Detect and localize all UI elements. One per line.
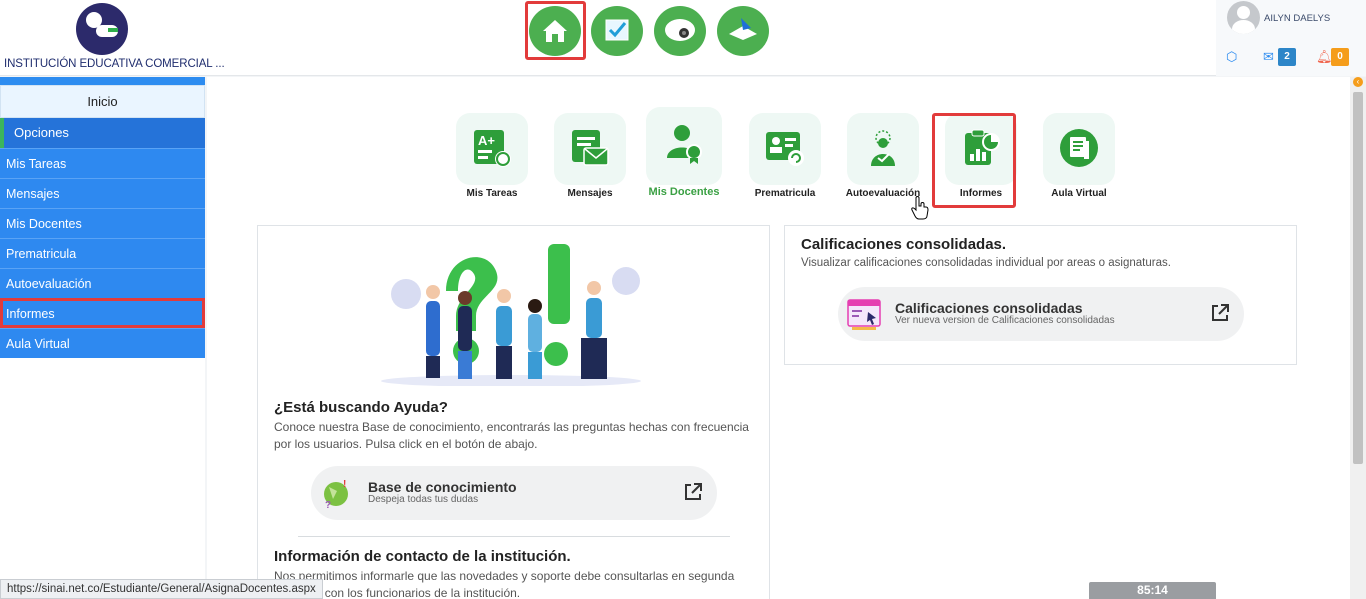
contact-title: Información de contacto de la institució… — [274, 548, 571, 565]
informes-highlight — [932, 113, 1016, 208]
tile-icon-box: A+ — [456, 113, 528, 185]
tile-icon-box — [749, 113, 821, 185]
consolidated-grades-title: Calificaciones consolidadas — [895, 300, 1083, 316]
grades-icon: A+ — [474, 130, 511, 167]
sidebar-item-informes[interactable]: Informes — [0, 298, 205, 328]
mail-icon[interactable]: ✉ — [1263, 49, 1274, 65]
teacher-icon — [667, 125, 702, 164]
tile-mis-docentes[interactable]: Mis Docentes — [639, 107, 729, 202]
tile-aula-virtual[interactable]: Aula Virtual — [1034, 111, 1124, 206]
grades-title: Calificaciones consolidadas. — [801, 236, 1007, 253]
sidebar-top-bar — [0, 77, 205, 85]
svg-text:A+: A+ — [478, 133, 495, 148]
help-illustration — [381, 244, 641, 386]
svg-text:!: ! — [343, 479, 346, 490]
knowledge-base-icon: ! ? — [324, 479, 348, 509]
knowledge-base-subtitle: Despeja todas tus dudas — [368, 494, 479, 505]
user-area: AILYN DAELYS ⬡ ✉ 2 🔔︎ 0 — [1216, 0, 1366, 76]
tile-mis-tareas[interactable]: A+ Mis Tareas — [447, 111, 537, 206]
webcam-icon[interactable] — [650, 6, 710, 56]
contact-description: Nos permitimos informarle que las noveda… — [274, 569, 735, 599]
home-highlight — [525, 1, 586, 60]
session-timer: 85:14 — [1089, 582, 1216, 599]
sidebar-item-autoevaluacion[interactable]: Autoevaluación — [0, 268, 205, 298]
external-link-icon — [1212, 304, 1229, 321]
sidebar-item-prematricula[interactable]: Prematricula — [0, 238, 205, 268]
help-card: ¿Está buscando Ayuda? Conoce nuestra Bas… — [257, 225, 770, 599]
tile-prematricula[interactable]: Prematricula — [740, 111, 830, 206]
consolidated-grades-subtitle: Ver nueva version de Calificaciones cons… — [895, 315, 1115, 326]
self-evaluation-icon — [871, 130, 895, 166]
divider — [298, 536, 730, 537]
institution-logo — [76, 3, 128, 55]
scroll-up-arrow-icon[interactable]: ‹ — [1353, 77, 1363, 87]
avatar[interactable] — [1227, 1, 1260, 34]
tile-label: Prematricula — [754, 188, 816, 199]
sidebar-menu: Mis Tareas Mensajes Mis Docentes Prematr… — [0, 148, 205, 358]
sidebar-item-mis-docentes[interactable]: Mis Docentes — [0, 208, 205, 238]
institution-logo-area[interactable]: INSTITUCIÓN EDUCATIVA COMERCIAL ... — [0, 0, 225, 76]
tile-label: Mis Docentes — [648, 186, 720, 198]
cube-icon[interactable]: ⬡ — [1226, 49, 1237, 65]
user-name[interactable]: AILYN DAELYS — [1264, 13, 1330, 24]
main-content: A+ Mis Tareas Mensajes Mis Docentes Prem… — [207, 77, 1350, 599]
tile-icon-box — [847, 113, 919, 185]
tile-mensajes[interactable]: Mensajes — [545, 111, 635, 206]
tile-label: Mis Tareas — [466, 188, 518, 199]
notifications-badge: 0 — [1331, 48, 1349, 66]
tile-autoevaluacion[interactable]: Autoevaluación — [838, 111, 928, 206]
messages-badge: 2 — [1278, 48, 1296, 66]
sidebar: Inicio Opciones Mis Tareas Mensajes Mis … — [0, 77, 205, 599]
sidebar-item-aula-virtual[interactable]: Aula Virtual — [0, 328, 205, 358]
status-bar-url: https://sinai.net.co/Estudiante/General/… — [0, 579, 323, 599]
virtual-classroom-icon[interactable] — [713, 6, 773, 56]
messages-icon — [572, 130, 609, 166]
tile-label: Aula Virtual — [1051, 188, 1107, 199]
grades-window-icon — [847, 299, 881, 330]
grades-card: Calificaciones consolidadas. Visualizar … — [784, 225, 1297, 365]
knowledge-base-button[interactable]: ! ? Base de conocimiento Despeja todas t… — [311, 466, 717, 520]
help-title: ¿Está buscando Ayuda? — [274, 399, 448, 416]
institution-name: INSTITUCIÓN EDUCATIVA COMERCIAL ... — [4, 58, 225, 70]
hand-cursor-icon — [911, 196, 929, 225]
sidebar-item-mis-tareas[interactable]: Mis Tareas — [0, 148, 205, 178]
consolidated-grades-button[interactable]: Calificaciones consolidadas Ver nueva ve… — [838, 287, 1244, 341]
knowledge-base-title: Base de conocimiento — [368, 479, 517, 495]
virtual-classroom-icon — [1060, 129, 1098, 167]
scrollbar-thumb[interactable] — [1353, 92, 1363, 464]
tile-icon-box — [554, 113, 626, 185]
sidebar-item-mensajes[interactable]: Mensajes — [0, 178, 205, 208]
sidebar-inicio[interactable]: Inicio — [0, 85, 205, 118]
svg-text:?: ? — [325, 500, 331, 509]
top-header: INSTITUCIÓN EDUCATIVA COMERCIAL ... AILY… — [0, 0, 1366, 76]
tile-icon-box — [1043, 113, 1115, 185]
tasks-check-icon[interactable] — [587, 6, 647, 56]
vertical-scrollbar[interactable]: ‹ — [1350, 77, 1366, 599]
external-link-icon — [685, 483, 702, 500]
tile-icon-box — [646, 107, 722, 185]
sidebar-opciones[interactable]: Opciones — [0, 118, 205, 148]
enrollment-icon — [766, 132, 804, 166]
help-description: Conoce nuestra Base de conocimiento, enc… — [274, 420, 749, 451]
grades-description: Visualizar calificaciones consolidadas i… — [801, 257, 1171, 269]
